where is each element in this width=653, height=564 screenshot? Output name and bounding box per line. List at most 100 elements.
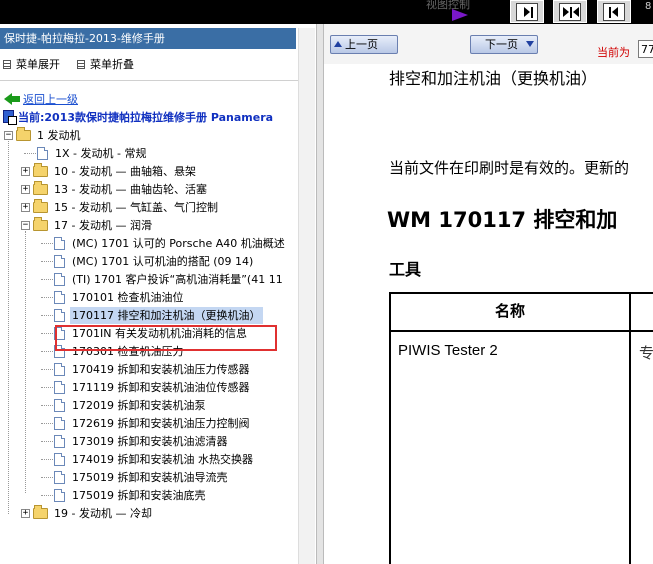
- tree-doc-item[interactable]: 1X - 发动机 - 常规: [0, 145, 296, 162]
- tree-folder-item[interactable]: − 1 发动机: [0, 127, 296, 144]
- tree-connector: [41, 279, 55, 280]
- tree-doc-item[interactable]: 171119 拆卸和安装机油油位传感器: [0, 379, 296, 396]
- tree-folder-item[interactable]: +13 - 发动机 — 曲轴齿轮、活塞: [0, 181, 296, 198]
- table-column-divider: [629, 294, 631, 564]
- current-book: 当前:2013款保时捷帕拉梅拉维修手册 Panamera: [3, 109, 273, 125]
- last-page-button[interactable]: [510, 0, 544, 23]
- navigation-panel: 保时捷-帕拉梅拉-2013-维修手册 菜单展开 菜单折叠 返回上一级 当前:20…: [0, 24, 316, 564]
- document-icon: [54, 237, 65, 250]
- top-toolbar: 视图控制 8: [0, 0, 653, 24]
- tree-doc-item[interactable]: (MC) 1701 认可的 Porsche A40 机油概述: [0, 235, 296, 252]
- document-icon: [54, 489, 65, 502]
- tree-doc-item[interactable]: 174019 拆卸和安装机油 水热交换器: [0, 451, 296, 468]
- fit-page-button[interactable]: [553, 0, 587, 23]
- tree-item-label: 175019 拆卸和安装机油导流壳: [72, 471, 228, 484]
- book-icon: [3, 110, 17, 125]
- expand-toggle-icon[interactable]: +: [21, 185, 30, 194]
- tree-folder-item[interactable]: +19 - 发动机 — 冷却: [0, 505, 296, 522]
- tree-scrollbar[interactable]: [298, 28, 315, 564]
- tree-item-label: 1 发动机: [37, 129, 81, 142]
- expand-toggle-icon[interactable]: +: [21, 203, 30, 212]
- expand-toggle-icon[interactable]: +: [21, 509, 30, 518]
- tree-doc-item[interactable]: 173019 拆卸和安装机油滤清器: [0, 433, 296, 450]
- menu-controls: 菜单展开 菜单折叠: [0, 54, 300, 72]
- expand-menu-button[interactable]: 菜单展开: [3, 56, 60, 72]
- divider: [0, 80, 298, 81]
- tools-heading: 工具: [389, 260, 422, 279]
- tree-item-label: 1X - 发动机 - 常规: [55, 147, 147, 160]
- tree-connector: [41, 423, 55, 424]
- highlight-box: [55, 325, 277, 351]
- document-icon: [54, 417, 65, 430]
- tree-doc-item[interactable]: 175019 拆卸和安装油底壳: [0, 487, 296, 504]
- back-link[interactable]: 返回上一级: [4, 91, 78, 106]
- tree-connector: [41, 441, 55, 442]
- tree-doc-item[interactable]: 170117 排空和加注机油（更换机油）: [0, 307, 296, 324]
- tree-item-label: 15 - 发动机 — 气缸盖、气门控制: [54, 201, 218, 214]
- tree-connector: [41, 261, 55, 262]
- tree-guide-line: [25, 231, 26, 493]
- panel-splitter[interactable]: [316, 24, 324, 564]
- folder-icon: [33, 505, 48, 519]
- document-title: 排空和加注机油（更换机油）: [389, 69, 598, 88]
- tree-connector: [41, 459, 55, 460]
- document-icon: [54, 453, 65, 466]
- first-page-button[interactable]: [597, 0, 631, 23]
- tree-doc-item[interactable]: (MC) 1701 认可机油的搭配 (09 14): [0, 253, 296, 270]
- section-heading: WM 170117 排空和加: [387, 208, 618, 232]
- tree-connector: [41, 243, 55, 244]
- folder-open-icon: [33, 217, 48, 231]
- tree-item-label: 10 - 发动机 — 曲轴箱、悬架: [54, 165, 196, 178]
- tree-item-label: 170117 排空和加注机油（更换机油）: [70, 307, 263, 324]
- expand-menu-label: 菜单展开: [16, 58, 60, 71]
- tree-item-label: 19 - 发动机 — 冷却: [54, 507, 152, 520]
- tree-item-label: 13 - 发动机 — 曲轴齿轮、活塞: [54, 183, 207, 196]
- document-icon: [54, 435, 65, 448]
- tree-folder-item[interactable]: − 17 - 发动机 — 润滑: [0, 217, 296, 234]
- back-link-label: 返回上一级: [23, 93, 78, 106]
- document-icon: [54, 255, 65, 268]
- folder-icon: [33, 199, 48, 213]
- tree-doc-item[interactable]: 172619 拆卸和安装机油压力控制阀: [0, 415, 296, 432]
- document-panel: 上一页 下一页 当前为 排空和加注机油（更换机油） 当前文件在印刷时是有效的。更…: [324, 24, 653, 564]
- document-icon: [54, 363, 65, 376]
- prev-page-button[interactable]: 上一页: [330, 35, 398, 54]
- folder-open-icon: [16, 127, 31, 141]
- tree-doc-item[interactable]: (TI) 1701 客户投诉“高机油消耗量”(41 11: [0, 271, 296, 288]
- tree-connector: [41, 297, 55, 298]
- page-number-input[interactable]: [638, 40, 653, 58]
- document-icon: [54, 399, 65, 412]
- collapse-toggle-icon[interactable]: −: [4, 131, 13, 140]
- expand-toggle-icon[interactable]: +: [21, 167, 30, 176]
- play-arrow-icon[interactable]: [452, 9, 468, 21]
- next-page-button[interactable]: 下一页: [470, 35, 538, 54]
- tree-connector: [41, 333, 55, 334]
- current-page-label: 当前为: [597, 46, 630, 59]
- tree-doc-item[interactable]: 175019 拆卸和安装机油导流壳: [0, 469, 296, 486]
- tree-doc-item[interactable]: 170419 拆卸和安装机油压力传感器: [0, 361, 296, 378]
- folder-icon: [33, 163, 48, 177]
- document-icon: [54, 381, 65, 394]
- toolbar-edge-text: 8: [645, 1, 652, 12]
- tree-connector: [41, 495, 55, 496]
- tree-doc-item[interactable]: 172019 拆卸和安装机油泵: [0, 397, 296, 414]
- tree-item-label: 170419 拆卸和安装机油压力传感器: [72, 363, 250, 376]
- collapse-menu-label: 菜单折叠: [90, 58, 134, 71]
- tree-item-label: 172019 拆卸和安装机油泵: [72, 399, 206, 412]
- down-arrow-icon: [526, 41, 534, 47]
- collapse-menu-button[interactable]: 菜单折叠: [77, 56, 134, 72]
- tree-doc-item[interactable]: 170101 检查机油油位: [0, 289, 296, 306]
- page-toolbar: 上一页 下一页 当前为: [324, 24, 653, 64]
- tree-connector: [41, 315, 55, 316]
- table-cell-tool-number: 专: [639, 344, 653, 362]
- tree-folder-item[interactable]: +10 - 发动机 — 曲轴箱、悬架: [0, 163, 296, 180]
- tree-item-label: 173019 拆卸和安装机油滤清器: [72, 435, 228, 448]
- tree-item-label: 172619 拆卸和安装机油压力控制阀: [72, 417, 250, 430]
- next-page-label: 下一页: [485, 38, 518, 51]
- tree-item-label: (MC) 1701 认可的 Porsche A40 机油概述: [72, 237, 285, 250]
- tree-folder-item[interactable]: +15 - 发动机 — 气缸盖、气门控制: [0, 199, 296, 216]
- document-icon: [37, 147, 48, 160]
- collapse-toggle-icon[interactable]: −: [21, 221, 30, 230]
- tree-connector: [41, 387, 55, 388]
- document-icon: [54, 471, 65, 484]
